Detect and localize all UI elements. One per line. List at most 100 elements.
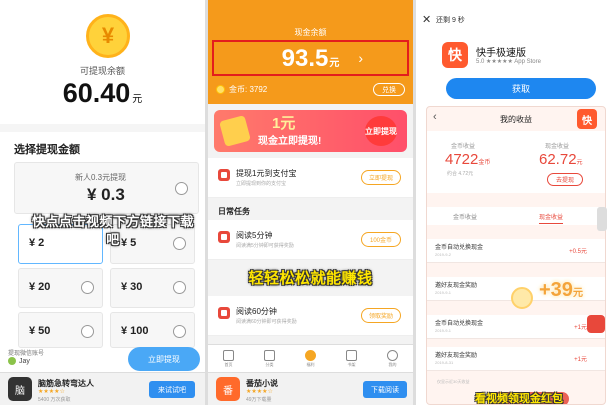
task-icon	[218, 169, 230, 181]
ad-app-downloads: 5400 万次获取	[38, 397, 71, 403]
scroll-handle[interactable]	[597, 207, 607, 231]
option-value: ¥ 50	[29, 325, 51, 337]
withdraw-now-button[interactable]: 立即提现	[128, 347, 200, 371]
cash-amount-value: 93.5	[281, 45, 329, 72]
cash-earned-label: 现金收益	[545, 144, 570, 150]
earning-record: 邀好友现金奖励 2019-8-31 +1元	[427, 347, 605, 371]
nav-label: 分类	[265, 361, 274, 367]
withdraw-screen: ¥ 可提现余额 60.40 元 选择提现金额 新人0.3元提现 ¥ 0.3 ¥ 2…	[0, 0, 205, 405]
section-title: 选择提现金额	[14, 144, 80, 156]
nav-bookshelf[interactable]: 书架	[331, 345, 372, 372]
record-date: 2019-9-2	[435, 252, 452, 257]
radio-button[interactable]	[81, 281, 94, 294]
nav-welfare[interactable]: 福利	[290, 345, 331, 372]
app-badge-icon: 快	[577, 109, 597, 129]
task-row-alipay[interactable]: 提现1元到支付宝 立即提现到你的支付宝 立即提现	[208, 158, 413, 198]
get-app-button[interactable]: 获取	[446, 78, 596, 99]
ad-app-icon: 番	[216, 377, 240, 401]
reward-amount: +39	[539, 279, 573, 301]
nav-label: 我的	[388, 361, 397, 367]
redeem-button[interactable]: 兑换	[373, 83, 405, 96]
grid-icon	[264, 349, 275, 361]
nav-label: 福利	[306, 361, 315, 367]
section-divider	[0, 124, 205, 132]
ad-rating-stars: ★★★★☆	[38, 389, 65, 395]
record-date: 2019-9-1	[435, 328, 452, 333]
cash-earned-unit: 元	[576, 160, 583, 166]
records-footnote: 仅显示近30天收益	[437, 379, 470, 384]
cash-amount-unit: 元	[329, 58, 340, 69]
ad-app-icon: 脑	[8, 377, 32, 401]
balance-unit: 元	[132, 94, 143, 105]
amount-option-30[interactable]: ¥ 30	[110, 268, 195, 308]
countdown-label: 还剩 9 秒	[436, 17, 465, 24]
earning-record: 金币自动兑换现金 2019-9-1 +1元	[427, 315, 605, 339]
record-date: 2019-9-1	[435, 290, 452, 295]
video-caption-overlay: 看视频领现金红包	[475, 393, 563, 405]
earning-record: 金币自动兑换现金 2019-9-2 +0.5元	[427, 239, 605, 263]
option-value: ¥ 30	[121, 281, 143, 293]
coins-earned-value: 4722	[445, 151, 479, 168]
nav-profile[interactable]: 我的	[372, 345, 413, 372]
close-icon[interactable]: ✕	[422, 13, 431, 26]
amount-option-100[interactable]: ¥ 100	[110, 312, 195, 348]
amount-option-50[interactable]: ¥ 50	[18, 312, 103, 348]
withdraw-account-label: 提现微信账号	[8, 351, 45, 357]
app-icon: 快	[442, 42, 468, 68]
radio-button[interactable]	[81, 325, 94, 338]
tab-coins[interactable]: 金币收益	[453, 212, 477, 221]
cash-amount-highlight[interactable]: 93.5元 ›	[212, 40, 409, 76]
app-store-earnings-screen: ✕ 还剩 9 秒 快 快手极速版 5.0 ★★★★★ App Store 获取 …	[416, 0, 613, 405]
yuan-coin-icon: ¥	[86, 14, 130, 58]
task-icon	[218, 231, 230, 243]
red-packet-icon[interactable]	[587, 315, 605, 333]
go-withdraw-button[interactable]: 去提现	[547, 173, 583, 186]
earnings-tabs: 金币收益 现金收益	[427, 207, 605, 225]
ad-try-button[interactable]: 来试试吧	[149, 381, 195, 398]
record-amount: +0.5元	[569, 249, 587, 255]
radio-button[interactable]	[173, 281, 186, 294]
option-value: ¥ 100	[121, 325, 149, 337]
promo-banner[interactable]: 1元 现金立即提现! 立即提现	[214, 110, 407, 152]
task-row-read-60[interactable]: 阅读60分钟 阅读满60分钟即可获得奖励 领取奖励	[208, 296, 413, 336]
option-note: 新人0.3元提现	[75, 173, 127, 182]
bookshelf-icon	[346, 349, 357, 361]
cash-header: 现金余额 93.5元 › 金币: 3792 兑换	[208, 0, 413, 104]
wechat-icon	[8, 357, 16, 365]
ad-banner[interactable]: 脑 脑筋急转弯达人 ★★★★☆ 5400 万次获取 来试试吧	[0, 372, 205, 405]
record-title: 金币自动兑换现金	[435, 245, 484, 251]
app-rating: 5.0 ★★★★★ App Store	[476, 59, 541, 65]
radio-button[interactable]	[175, 182, 188, 195]
cash-earned-value: 62.72	[539, 151, 577, 168]
task-desc: 阅读满60分钟即可获得奖励	[236, 319, 297, 325]
task-row-read-5[interactable]: 阅读5分钟 阅读满5分钟即可获得奖励 100金币	[208, 220, 413, 260]
promo-withdraw-bubble[interactable]: 立即提现	[365, 116, 397, 146]
home-icon	[223, 349, 234, 361]
promo-text: 现金立即提现!	[258, 136, 322, 147]
nav-home[interactable]: 首页	[208, 345, 249, 372]
task-action-button[interactable]: 立即提现	[361, 170, 401, 185]
ad-rating-stars: ★★★★☆	[246, 389, 273, 395]
nav-category[interactable]: 分类	[249, 345, 290, 372]
gift-icon	[305, 349, 316, 361]
option-value: ¥ 20	[29, 281, 51, 293]
coins-earned-sub: 约合 4.72元	[447, 171, 474, 177]
record-title: 邀好友现金奖励	[435, 353, 478, 359]
video-caption-overlay: 轻轻松松就能赚钱	[248, 270, 373, 287]
amount-option-20[interactable]: ¥ 20	[18, 268, 103, 308]
task-title: 提现1元到支付宝	[236, 169, 297, 178]
coin-icon	[216, 85, 225, 94]
radio-button[interactable]	[173, 325, 186, 338]
coins-earned: 4722金币	[445, 151, 490, 168]
ad-banner[interactable]: 番 番茄小说 ★★★★☆ 49万下载量 下载阅读	[208, 372, 413, 405]
chevron-right-icon: ›	[358, 50, 363, 66]
task-action-button[interactable]: 100金币	[361, 232, 401, 247]
user-icon	[387, 349, 398, 361]
coins-earned-label: 金币收益	[451, 144, 476, 150]
cash-tasks-screen: 现金余额 93.5元 › 金币: 3792 兑换 1元 现金立即提现! 立即提现…	[208, 0, 413, 405]
task-action-button[interactable]: 领取奖励	[361, 308, 401, 323]
coins-balance: 金币: 3792	[216, 84, 267, 95]
amount-option-0-3[interactable]: 新人0.3元提现 ¥ 0.3	[14, 162, 199, 214]
tab-cash[interactable]: 现金收益	[539, 212, 564, 224]
ad-download-button[interactable]: 下载阅读	[363, 381, 407, 398]
